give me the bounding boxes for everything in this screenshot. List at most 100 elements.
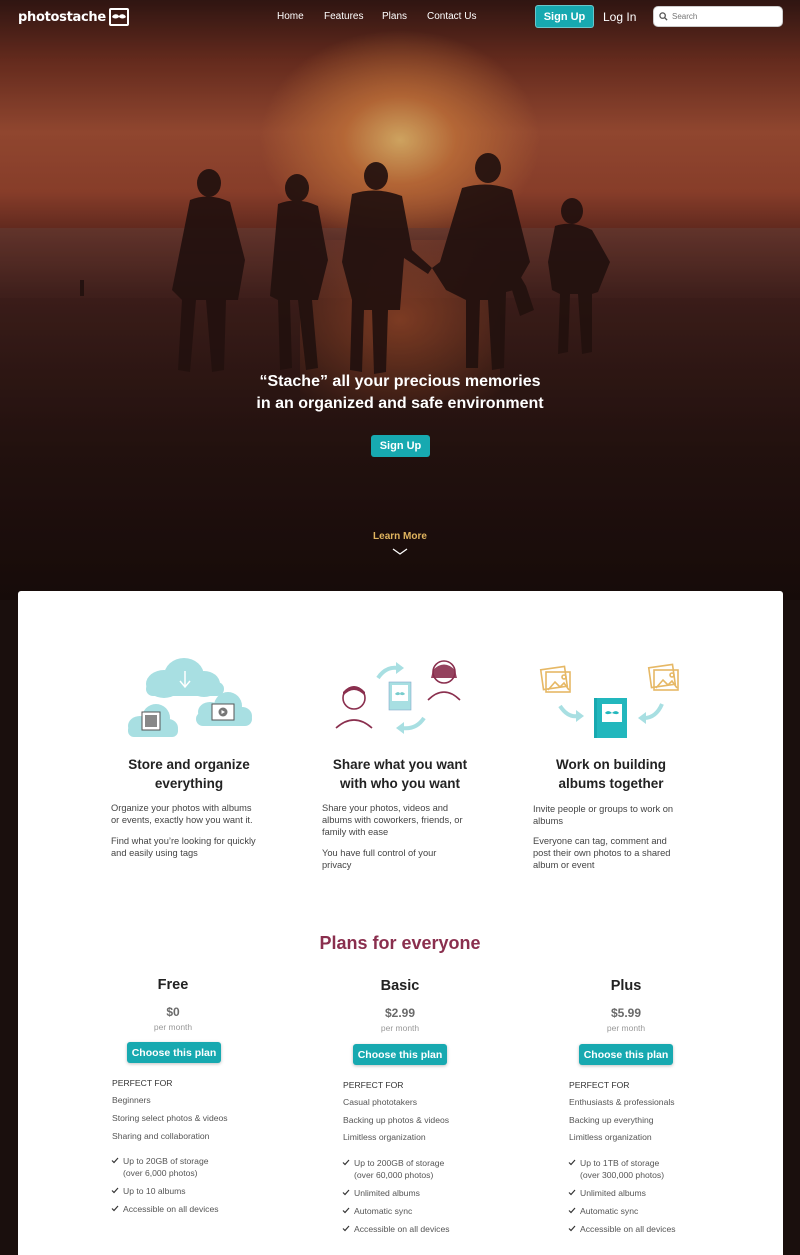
nav-login-link[interactable]: Log In — [603, 10, 636, 24]
check-icon — [342, 1159, 350, 1166]
feature-desc-albums-1-line2: albums — [533, 816, 563, 826]
cloud-upload-icon — [128, 658, 252, 737]
search-box — [653, 6, 783, 27]
nav-signup-button[interactable]: Sign Up — [535, 5, 594, 28]
choose-plan-plus-button[interactable]: Choose this plan — [579, 1044, 673, 1065]
check-icon — [568, 1225, 576, 1232]
plan-for-plus-3: Limitless organization — [569, 1132, 652, 1142]
hero-banner — [0, 0, 800, 600]
plan-feature-basic-storage-line1: Up to 200GB of storage — [354, 1158, 445, 1168]
plan-per-plus: per month — [606, 1023, 646, 1033]
nav-link-plans[interactable]: Plans — [382, 11, 407, 22]
choose-plan-basic-button[interactable]: Choose this plan — [353, 1044, 447, 1065]
check-icon — [111, 1157, 119, 1164]
plans-section-title: Plans for everyone — [319, 933, 481, 953]
plan-feature-plus-4: Accessible on all devices — [580, 1224, 676, 1234]
plan-feature-plus-storage-line2: (over 300,000 photos) — [580, 1170, 665, 1180]
nav-link-home[interactable]: Home — [277, 11, 304, 22]
feature-title-store-line1: Store and organize — [128, 757, 250, 772]
album-collaborate-icon — [539, 663, 679, 738]
chevron-down-icon[interactable] — [392, 548, 408, 556]
feature-desc-store-1-line1: Organize your photos with albums — [111, 803, 252, 813]
hero-headline-line2: in an organized and safe environment — [256, 395, 544, 412]
feature-desc-albums-2-line2: post their own photos to a shared — [533, 848, 671, 858]
plan-for-basic-2: Backing up photos & videos — [343, 1115, 450, 1125]
check-icon — [568, 1159, 576, 1166]
feature-title-albums-line2: albums together — [558, 776, 664, 791]
plan-for-plus-2: Backing up everything — [569, 1115, 654, 1125]
search-input[interactable] — [672, 12, 772, 21]
plan-per-basic: per month — [380, 1023, 420, 1033]
plan-for-free-2: Storing select photos & videos — [112, 1113, 228, 1123]
feature-title-share-line2: with who you want — [340, 776, 460, 791]
feature-title-store-line2: everything — [154, 776, 224, 791]
top-navbar: photostache Home Features Plans Contact … — [0, 0, 800, 34]
plan-perfect-for-plus: PERFECT FOR — [569, 1080, 630, 1090]
check-icon — [568, 1207, 576, 1214]
feature-desc-store-2-line2: and easily using tags — [111, 848, 198, 858]
feature-desc-store-1-line2: or events, exactly how you want it. — [111, 815, 253, 825]
plan-perfect-for-free: PERFECT FOR — [112, 1078, 173, 1088]
feature-title-albums-line1: Work on building — [556, 757, 666, 772]
plan-price-free: $0 — [166, 1005, 180, 1019]
plan-per-free: per month — [153, 1022, 193, 1032]
feature-desc-share-2-line2: privacy — [322, 860, 352, 870]
feature-desc-albums-1-line1: Invite people or groups to work on — [533, 804, 674, 814]
plan-for-basic-1: Casual phototakers — [343, 1097, 418, 1107]
plan-feature-basic-3: Automatic sync — [354, 1206, 413, 1216]
plan-name-basic: Basic — [380, 978, 420, 994]
check-icon — [342, 1207, 350, 1214]
choose-plan-free-button[interactable]: Choose this plan — [127, 1042, 221, 1063]
plan-feature-free-storage-line2: (over 6,000 photos) — [123, 1168, 198, 1178]
nav-link-features[interactable]: Features — [324, 11, 363, 22]
feature-desc-albums-1: Invite people or groups to work on album… — [533, 803, 703, 827]
plan-feature-basic-2: Unlimited albums — [354, 1188, 420, 1198]
plan-name-plus: Plus — [610, 978, 642, 994]
plan-feature-free-3: Accessible on all devices — [123, 1204, 219, 1214]
feature-desc-store-2-line1: Find what you’re looking for quickly — [111, 836, 256, 846]
feature-desc-albums-2: Everyone can tag, comment and post their… — [533, 835, 703, 871]
feature-title-store: Store and organize everything — [99, 755, 279, 793]
check-icon — [568, 1189, 576, 1196]
share-people-icon — [335, 660, 461, 734]
plan-for-plus-1: Enthusiasts & professionals — [569, 1097, 675, 1107]
plan-feature-free-storage: Up to 20GB of storage (over 6,000 photos… — [123, 1155, 209, 1179]
feature-desc-albums-2-line3: album or event — [533, 860, 595, 870]
feature-title-albums: Work on building albums together — [521, 755, 701, 793]
plan-feature-plus-storage: Up to 1TB of storage (over 300,000 photo… — [580, 1157, 664, 1181]
feature-desc-share-2: You have full control of your privacy — [322, 847, 492, 871]
plan-feature-plus-storage-line1: Up to 1TB of storage — [580, 1158, 660, 1168]
search-icon — [659, 12, 668, 21]
feature-desc-share-1-line1: Share your photos, videos and — [322, 803, 449, 813]
hero-headline-line1: “Stache” all your precious memories — [259, 373, 541, 390]
check-icon — [111, 1187, 119, 1194]
feature-title-share: Share what you want with who you want — [310, 755, 490, 793]
plan-feature-plus-3: Automatic sync — [580, 1206, 639, 1216]
check-icon — [111, 1205, 119, 1212]
nav-link-contact[interactable]: Contact Us — [427, 11, 476, 22]
plan-feature-free-2: Up to 10 albums — [123, 1186, 186, 1196]
plan-feature-basic-storage-line2: (over 60,000 photos) — [354, 1170, 434, 1180]
feature-desc-share-1-line2: albums with coworkers, friends, or — [322, 815, 463, 825]
plan-for-basic-3: Limitless organization — [343, 1132, 426, 1142]
feature-desc-albums-2-line1: Everyone can tag, comment and — [533, 836, 667, 846]
plan-for-free-1: Beginners — [112, 1095, 151, 1105]
plan-for-free-3: Sharing and collaboration — [112, 1131, 210, 1141]
feature-title-share-line1: Share what you want — [332, 757, 468, 772]
feature-desc-store-1: Organize your photos with albums or even… — [111, 802, 281, 826]
check-icon — [342, 1189, 350, 1196]
feature-desc-share-2-line1: You have full control of your — [322, 848, 437, 858]
hero-signup-button[interactable]: Sign Up — [371, 435, 430, 457]
plan-price-basic: $2.99 — [384, 1006, 416, 1020]
plan-perfect-for-basic: PERFECT FOR — [343, 1080, 404, 1090]
hero-headline: “Stache” all your precious memories in a… — [0, 371, 800, 415]
feature-desc-share-1-line3: family with ease — [322, 827, 389, 837]
plan-price-plus: $5.99 — [610, 1006, 642, 1020]
plan-feature-plus-2: Unlimited albums — [580, 1188, 646, 1198]
plan-name-free: Free — [157, 977, 189, 993]
plan-feature-basic-storage: Up to 200GB of storage (over 60,000 phot… — [354, 1157, 444, 1181]
plan-feature-basic-4: Accessible on all devices — [354, 1224, 450, 1234]
feature-desc-share-1: Share your photos, videos and albums wit… — [322, 802, 492, 838]
learn-more-link[interactable]: Learn More — [0, 531, 800, 542]
check-icon — [342, 1225, 350, 1232]
